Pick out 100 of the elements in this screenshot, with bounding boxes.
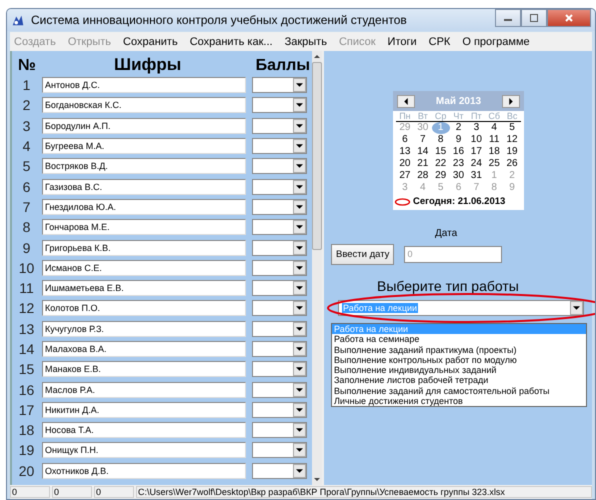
calendar-day[interactable]: 17 bbox=[467, 146, 486, 158]
dropdown-option[interactable]: Выполнение заданий практикума (проекты) bbox=[332, 344, 586, 355]
row-number: 20 bbox=[18, 462, 36, 479]
calendar-day[interactable]: 2 bbox=[450, 122, 468, 134]
score-dropdown[interactable] bbox=[252, 178, 307, 195]
calendar-day[interactable]: 11 bbox=[485, 134, 504, 146]
score-dropdown[interactable] bbox=[252, 462, 307, 479]
dropdown-option[interactable]: Личные достижения студентов bbox=[332, 396, 586, 406]
name-field[interactable]: Бугреева М.А. bbox=[42, 138, 246, 154]
calendar-day[interactable]: 3 bbox=[467, 122, 486, 134]
menu-item[interactable]: Сохранить как... bbox=[190, 36, 273, 48]
name-field[interactable]: Исманов С.Е. bbox=[42, 260, 246, 276]
calendar-day[interactable]: 8 bbox=[432, 134, 450, 146]
score-dropdown[interactable] bbox=[252, 219, 307, 236]
score-dropdown[interactable] bbox=[252, 442, 307, 458]
score-dropdown[interactable] bbox=[252, 198, 307, 215]
scroll-up-icon bbox=[314, 55, 320, 58]
calendar-day[interactable]: 28 bbox=[414, 170, 432, 182]
score-dropdown[interactable] bbox=[252, 118, 307, 134]
calendar-day[interactable]: 25 bbox=[485, 158, 504, 170]
score-dropdown[interactable] bbox=[252, 138, 307, 154]
calendar-day[interactable]: 24 bbox=[467, 158, 486, 170]
next-month-button[interactable] bbox=[502, 94, 520, 108]
calendar-day[interactable]: 9 bbox=[450, 134, 468, 146]
name-field[interactable]: Богдановская К.С. bbox=[42, 97, 246, 114]
score-dropdown[interactable] bbox=[252, 361, 307, 378]
menu-item[interactable]: О программе bbox=[462, 36, 530, 48]
calendar-day[interactable]: 6 bbox=[396, 134, 414, 146]
name-field[interactable]: Манаков Е.В. bbox=[42, 361, 246, 378]
name-field[interactable]: Газизова В.С. bbox=[42, 178, 246, 195]
calendar-day[interactable]: 5 bbox=[503, 122, 521, 134]
name-field[interactable]: Кучугулов Р.З. bbox=[42, 320, 246, 337]
score-dropdown[interactable] bbox=[252, 382, 307, 398]
name-field[interactable]: Гончарова М.Е. bbox=[42, 219, 246, 236]
calendar-day[interactable]: 26 bbox=[503, 158, 521, 170]
name-field[interactable]: Никитин Д.А. bbox=[42, 402, 246, 418]
score-dropdown[interactable] bbox=[252, 422, 307, 438]
calendar-day[interactable]: 23 bbox=[450, 158, 468, 170]
calendar-day[interactable]: 20 bbox=[396, 158, 414, 170]
menu-item[interactable]: Итоги bbox=[388, 36, 417, 48]
name-field[interactable]: Гнездилова Ю.А. bbox=[42, 198, 246, 215]
previous-month-button[interactable] bbox=[397, 94, 415, 108]
calendar-day[interactable]: 30 bbox=[450, 170, 468, 182]
column-header: Баллы bbox=[254, 57, 310, 75]
calendar-day[interactable]: 13 bbox=[396, 146, 414, 158]
dropdown-option[interactable]: Выполнение заданий для самостоятельной работы bbox=[332, 386, 586, 396]
scrollbar[interactable] bbox=[312, 51, 322, 485]
score-dropdown[interactable] bbox=[252, 158, 307, 174]
maximize-button[interactable] bbox=[521, 9, 547, 27]
calendar-day[interactable]: 4 bbox=[485, 122, 504, 134]
column-header: Шифры bbox=[113, 55, 182, 75]
calendar-day[interactable]: 10 bbox=[467, 134, 486, 146]
enter-date-button[interactable]: Ввести дату bbox=[331, 244, 394, 265]
calendar-day[interactable]: 7 bbox=[414, 134, 432, 146]
work-type-heading: Выберите тип работы bbox=[377, 278, 519, 294]
calendar-day[interactable]: 22 bbox=[432, 158, 450, 170]
name-field[interactable]: Онищук П.Н. bbox=[42, 442, 246, 458]
name-field[interactable]: Бородулин А.П. bbox=[42, 118, 246, 134]
score-dropdown[interactable] bbox=[252, 240, 307, 256]
close-button[interactable] bbox=[547, 9, 591, 27]
menu-item[interactable]: СРК bbox=[428, 36, 450, 48]
minimize-button[interactable] bbox=[495, 9, 521, 27]
dropdown-option[interactable]: Работа на семинаре bbox=[332, 334, 586, 345]
menu-item[interactable]: Закрыть bbox=[284, 36, 327, 48]
score-dropdown[interactable] bbox=[252, 341, 307, 357]
name-field[interactable]: Григорьева К.В. bbox=[42, 240, 246, 256]
calendar-day[interactable]: 29 bbox=[432, 170, 450, 182]
name-field[interactable]: Антонов Д.С. bbox=[42, 77, 246, 94]
name-field[interactable]: Охотников Д.В. bbox=[42, 462, 246, 479]
calendar-day[interactable]: 18 bbox=[485, 146, 504, 158]
name-field[interactable]: Маслов Р.А. bbox=[42, 382, 246, 398]
caret-icon bbox=[296, 204, 303, 209]
score-dropdown[interactable] bbox=[252, 402, 307, 418]
score-dropdown[interactable] bbox=[252, 260, 307, 276]
score-dropdown[interactable] bbox=[252, 97, 307, 114]
calendar-day[interactable]: 16 bbox=[450, 146, 468, 158]
name-field[interactable]: Малахова В.А. bbox=[42, 341, 246, 357]
calendar-day[interactable]: 31 bbox=[467, 170, 486, 182]
right-triangle-icon bbox=[509, 98, 513, 104]
left-triangle-icon bbox=[404, 98, 408, 104]
score-dropdown[interactable] bbox=[252, 77, 307, 94]
name-field[interactable]: Колотов П.О. bbox=[42, 300, 246, 316]
name-field[interactable]: Востряков В.Д. bbox=[42, 158, 246, 174]
calendar-day[interactable]: 19 bbox=[503, 146, 521, 158]
calendar-day[interactable]: 27 bbox=[396, 170, 414, 182]
row-number: 5 bbox=[22, 158, 32, 174]
score-dropdown[interactable] bbox=[252, 300, 307, 316]
today-label[interactable]: Сегодня: 21.06.2013 bbox=[413, 196, 506, 207]
dropdown-option[interactable]: Выполнение контрольных работ по модулю bbox=[332, 354, 586, 366]
score-dropdown[interactable] bbox=[252, 320, 307, 337]
calendar-day[interactable]: 21 bbox=[414, 158, 432, 170]
score-dropdown[interactable] bbox=[252, 280, 307, 296]
calendar-day[interactable]: 14 bbox=[414, 146, 432, 158]
dropdown-option[interactable]: Выполнение индивидуальных заданий bbox=[332, 365, 586, 376]
dropdown-option[interactable]: Заполнение листов рабочей тетради bbox=[332, 375, 586, 386]
calendar-day[interactable]: 12 bbox=[503, 134, 521, 146]
calendar-day[interactable]: 15 bbox=[432, 146, 450, 158]
name-field[interactable]: Носова Т.А. bbox=[42, 422, 246, 438]
menu-item[interactable]: Сохранить bbox=[123, 36, 178, 48]
name-field[interactable]: Ишмаметьева Е.В. bbox=[42, 280, 246, 296]
